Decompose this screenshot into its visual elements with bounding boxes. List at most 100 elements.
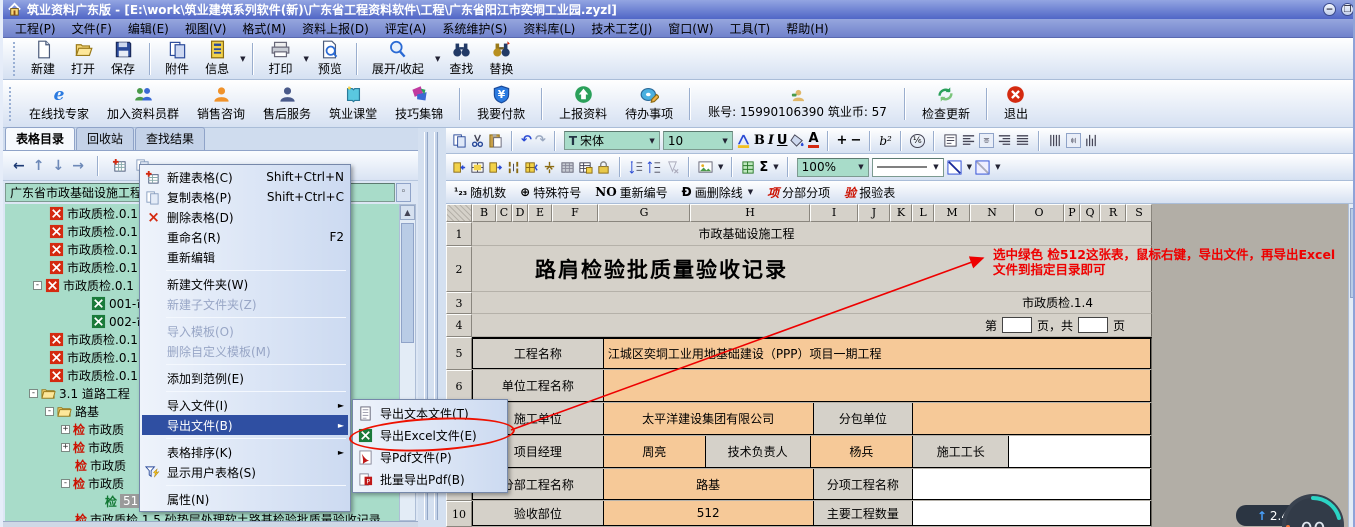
- vertical-bottom-button[interactable]: [1084, 133, 1099, 148]
- undo-button[interactable]: ↶: [521, 133, 532, 148]
- row-number[interactable]: 10: [446, 501, 472, 527]
- cell-value[interactable]: [913, 501, 1151, 526]
- clear-format-button[interactable]: [665, 160, 680, 175]
- cell-label[interactable]: 单位工程名称: [472, 370, 604, 402]
- menu-assess[interactable]: 评定(A): [377, 19, 435, 38]
- menu-format[interactable]: 格式(M): [234, 19, 294, 38]
- preview-button[interactable]: 预览: [311, 38, 349, 79]
- save-button[interactable]: 保存: [104, 38, 142, 79]
- menu-tools[interactable]: 工具(T): [722, 19, 779, 38]
- cell-label[interactable]: 施工工长: [913, 436, 1009, 468]
- toolbar-handle[interactable]: [9, 87, 12, 121]
- menu-window[interactable]: 窗口(W): [660, 19, 721, 38]
- tab-search-results[interactable]: 查找结果: [135, 127, 205, 150]
- cell-value[interactable]: 太平洋建设集团有限公司: [604, 403, 814, 435]
- submenu-batch-pdf[interactable]: P批量导出Pdf(B): [355, 468, 505, 490]
- upload-button[interactable]: 上报资料: [552, 83, 614, 124]
- toolbar-handle[interactable]: [13, 42, 16, 76]
- font-family-combobox[interactable]: T宋体▼: [564, 131, 660, 150]
- replace-button[interactable]: 替换: [482, 38, 520, 79]
- tips-button[interactable]: 技巧集锦: [388, 83, 450, 124]
- check-update-button[interactable]: 检查更新: [915, 83, 977, 124]
- underline-button[interactable]: U: [777, 133, 788, 148]
- lock-icon[interactable]: [596, 160, 611, 175]
- expand-icon[interactable]: +: [61, 425, 70, 434]
- collapse-icon[interactable]: -: [29, 389, 38, 398]
- todo-button[interactable]: 待办事项: [618, 83, 680, 124]
- menu-import-file[interactable]: 导入文件(I)►: [142, 395, 348, 415]
- sigma-button[interactable]: Σ: [759, 160, 768, 175]
- expand-dropdown-icon[interactable]: ▼: [435, 55, 440, 63]
- menu-edit[interactable]: 编辑(E): [120, 19, 177, 38]
- form-code-row[interactable]: 市政质检.1.4: [472, 292, 1152, 314]
- gauge-widget[interactable]: 00: [1280, 492, 1346, 527]
- col-header[interactable]: D: [512, 204, 528, 222]
- col-header[interactable]: F: [552, 204, 598, 222]
- diagonal-line-button[interactable]: [947, 160, 962, 175]
- nav-forward-button[interactable]: →: [72, 158, 84, 174]
- open-button[interactable]: 打开: [64, 38, 102, 79]
- pay-button[interactable]: ¥ 我要付款: [470, 83, 532, 124]
- page-number-box[interactable]: [1002, 317, 1032, 333]
- exit-button[interactable]: 退出: [997, 83, 1035, 124]
- menu-reedit[interactable]: 重新编辑: [142, 247, 348, 267]
- cell-value[interactable]: [1009, 436, 1151, 468]
- merge-cells-button[interactable]: [470, 160, 485, 175]
- collapse-icon[interactable]: -: [33, 281, 42, 290]
- protect-cell-button[interactable]: [560, 160, 575, 175]
- cell-label[interactable]: 工程名称: [472, 339, 604, 369]
- scroll-thumb[interactable]: [401, 223, 414, 343]
- nav-up-button[interactable]: ↑: [33, 158, 45, 174]
- superscript-button[interactable]: b²: [879, 134, 892, 148]
- cell-value[interactable]: 路基: [604, 469, 814, 500]
- cell-value[interactable]: 杨兵: [811, 436, 914, 468]
- page-row[interactable]: 第 页，共 页: [472, 314, 1152, 337]
- split-table-button[interactable]: [542, 160, 557, 175]
- col-header[interactable]: M: [934, 204, 970, 222]
- restore-button[interactable]: ❐: [1341, 3, 1354, 16]
- menu-show-user-tables[interactable]: 显示用户表格(S): [142, 462, 348, 482]
- menu-file[interactable]: 文件(F): [64, 19, 120, 38]
- sales-button[interactable]: 销售咨询: [190, 83, 252, 124]
- col-header[interactable]: K: [890, 204, 912, 222]
- align-right-button[interactable]: [997, 133, 1012, 148]
- join-group-button[interactable]: 加入资料员群: [100, 83, 186, 124]
- copy-button[interactable]: [452, 133, 467, 148]
- align-left-button[interactable]: [961, 133, 976, 148]
- special-symbol-button[interactable]: ⊕特殊符号: [520, 184, 581, 201]
- find-button[interactable]: 查找: [442, 38, 480, 79]
- italic-button[interactable]: I: [768, 133, 774, 148]
- col-header[interactable]: P: [1064, 204, 1080, 222]
- row-number[interactable]: 4: [446, 314, 472, 337]
- diagonal2-dropdown-icon[interactable]: ▼: [995, 163, 1000, 171]
- table-props-button[interactable]: [578, 160, 593, 175]
- col-header[interactable]: O: [1014, 204, 1064, 222]
- menu-sort-tables[interactable]: 表格排序(K)►: [142, 442, 348, 462]
- col-header[interactable]: N: [970, 204, 1014, 222]
- col-header[interactable]: B: [472, 204, 496, 222]
- col-header[interactable]: J: [858, 204, 890, 222]
- menu-new-table[interactable]: 新建表格(C)Shift+Ctrl+N: [142, 167, 348, 187]
- menu-help[interactable]: 帮助(H): [778, 19, 836, 38]
- cell-value[interactable]: [913, 403, 1151, 435]
- class-button[interactable]: 筑业课堂: [322, 83, 384, 124]
- new-table-button[interactable]: [112, 158, 127, 173]
- vertical-center-button[interactable]: [1066, 133, 1081, 148]
- row-number[interactable]: 3: [446, 292, 472, 314]
- line-spacing-up-button[interactable]: [629, 160, 644, 175]
- menu-properties[interactable]: 属性(N): [142, 489, 348, 509]
- find-expert-button[interactable]: e 在线找专家: [22, 84, 96, 124]
- line-style-combobox[interactable]: ▼: [872, 158, 944, 177]
- line-spacing-down-button[interactable]: [647, 160, 662, 175]
- redo-button[interactable]: ↷: [535, 133, 546, 148]
- image-dropdown-icon[interactable]: ▼: [718, 163, 723, 171]
- align-justify-button[interactable]: [1015, 133, 1030, 148]
- info-button[interactable]: 信息: [198, 38, 236, 79]
- col-header[interactable]: R: [1100, 204, 1126, 222]
- col-header[interactable]: H: [690, 204, 810, 222]
- font-size-combobox[interactable]: 10▼: [663, 131, 733, 150]
- increase-button[interactable]: +: [837, 133, 848, 148]
- org-header-row[interactable]: 市政基础设施工程: [472, 222, 1152, 246]
- font-color-icon[interactable]: [736, 133, 751, 148]
- formula-sheet-icon[interactable]: [741, 160, 756, 175]
